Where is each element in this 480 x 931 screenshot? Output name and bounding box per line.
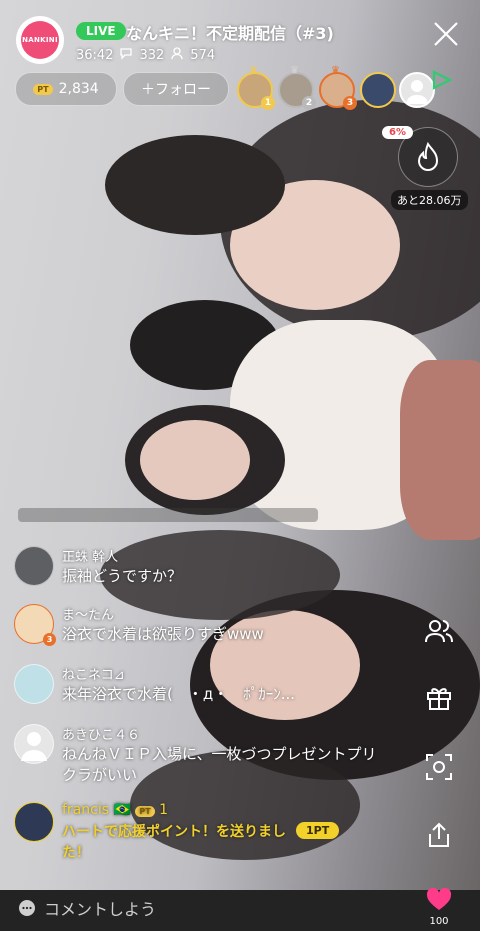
fire-percent: 6%	[382, 126, 413, 139]
duration-text: 36:42	[76, 47, 114, 63]
comment-bubble-icon	[19, 900, 35, 916]
default-avatar-icon	[406, 80, 428, 104]
live-badge: LIVE	[76, 22, 126, 40]
ranker-avatar-1[interactable]: ♛ 1	[237, 65, 275, 110]
gift-button[interactable]	[420, 678, 458, 716]
faded-comment-row	[18, 508, 318, 522]
pt-value: 1	[159, 802, 169, 818]
default-avatar-icon	[21, 732, 47, 761]
fire-remaining: あと28.06万	[391, 190, 468, 210]
crown-icon: ♛	[331, 65, 340, 76]
comment-author-row: francis 🇧🇷 PT 1	[62, 802, 168, 818]
comment-author: あきひこ４６	[62, 728, 141, 743]
comment-text: 振袖どうですか？	[62, 567, 183, 585]
share-icon	[429, 822, 449, 847]
comment-count: 332	[139, 47, 165, 63]
points-value: 2,834	[58, 81, 99, 97]
gift-icon	[427, 688, 451, 710]
pt-badge: PT	[135, 806, 155, 817]
viewer-icon	[170, 46, 184, 64]
share-button[interactable]	[420, 816, 458, 854]
heart-button[interactable]: 100	[424, 887, 454, 927]
follow-button[interactable]: ＋フォロー	[123, 72, 229, 106]
point-chip: 1PT	[296, 822, 340, 839]
close-icon	[434, 22, 458, 46]
video-figure	[140, 420, 250, 500]
stream-stats: 36:42 332 574	[76, 46, 215, 64]
gift-ranking-icon[interactable]	[430, 68, 454, 96]
ranker-avatar-2[interactable]: ♛ 2	[278, 65, 316, 110]
video-figure	[400, 360, 480, 540]
comment-icon	[119, 46, 133, 64]
viewer-count: 574	[190, 47, 216, 63]
avatar[interactable]	[14, 724, 54, 764]
avatar[interactable]: 3	[14, 604, 56, 646]
comment-author: ねこネコ⊿	[62, 668, 125, 683]
rank-badge: 1	[261, 96, 275, 110]
viewer-avatar[interactable]	[360, 72, 396, 108]
rank-badge: 3	[43, 633, 56, 646]
comment-text: 浴衣で水着は欲張りすぎwww	[62, 625, 264, 643]
comment-author: ま〜たん	[62, 608, 115, 623]
channel-logo[interactable]: NANKINI	[16, 16, 64, 64]
avatar[interactable]	[14, 664, 54, 704]
capture-icon	[426, 754, 452, 780]
heart-icon	[426, 887, 452, 910]
avatar[interactable]	[14, 802, 54, 842]
heart-count: 100	[429, 916, 449, 927]
avatar[interactable]	[14, 546, 54, 586]
ranker-avatar-3[interactable]: ♛ 3	[319, 65, 357, 110]
close-button[interactable]	[432, 20, 460, 48]
comment-text: 来年浴衣で水着( ・д・ ﾎﾟｶｰﾝ...	[62, 685, 296, 703]
screenshot-button[interactable]	[420, 748, 458, 786]
video-figure	[105, 135, 285, 235]
comment-input[interactable]: コメントしよう	[18, 896, 156, 920]
channel-logo-text: NANKINI	[21, 21, 59, 59]
comment-text: ねんねＶＩＰ入場に、一枚づつプレゼントプリクラがいい	[62, 745, 377, 784]
comment-author: francis	[62, 802, 110, 818]
flag-icon: 🇧🇷	[113, 802, 131, 818]
comment-author: 正蛛 幹人	[62, 550, 119, 565]
rank-badge: 3	[343, 96, 357, 110]
points-pill[interactable]: PT 2,834	[15, 72, 117, 106]
crown-icon: ♛	[249, 65, 258, 76]
users-icon	[425, 620, 453, 643]
comment-text: ハートで応援ポイント！を送りました！	[62, 824, 286, 861]
stream-title: なんキニ！不定期配信（#3)	[126, 24, 334, 43]
pt-badge: PT	[33, 83, 53, 95]
members-button[interactable]	[420, 612, 458, 650]
comment-placeholder: コメントしよう	[44, 900, 157, 919]
crown-icon: ♛	[290, 65, 299, 76]
rank-badge: 2	[302, 96, 316, 110]
